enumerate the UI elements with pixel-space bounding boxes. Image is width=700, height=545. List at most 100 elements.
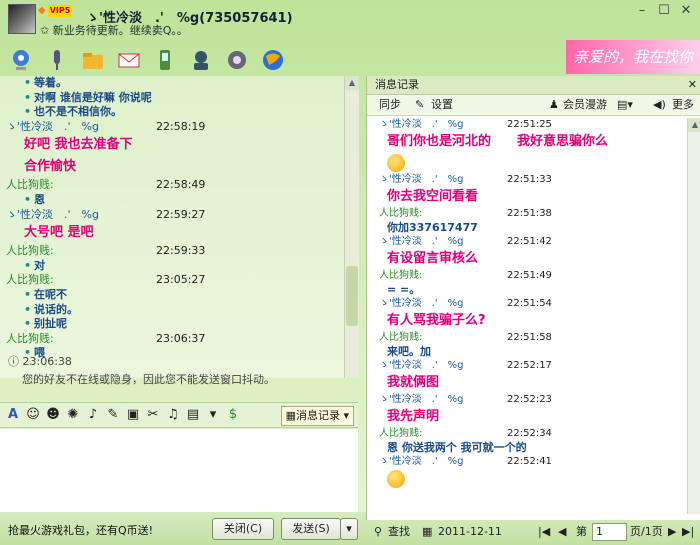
emoticon-icon bbox=[387, 469, 405, 488]
history-message-header: 人比狗贱: 22:51:49 bbox=[367, 269, 687, 282]
chat-messages: 等着。对啊 谁信是好嘛 你说呢也不是不相信你。ゝ'性冷淡 .' %g 22:58:… bbox=[6, 76, 346, 361]
font-icon[interactable]: A bbox=[4, 406, 22, 424]
message-time: 22:59:27 bbox=[156, 207, 206, 221]
last-page-button[interactable]: ▶| bbox=[682, 520, 694, 544]
promo-banner[interactable]: 亲爱的，我在找你 bbox=[566, 40, 700, 74]
message-history-button[interactable]: ▦消息记录 ▾ bbox=[280, 406, 354, 426]
sync-button[interactable]: 同步 bbox=[379, 95, 401, 115]
history-message-text: 有设留言审核么 bbox=[387, 251, 479, 266]
history-message-time: 22:51:38 bbox=[507, 208, 552, 219]
member-roaming-button[interactable]: 会员漫游 bbox=[563, 95, 607, 115]
sms-button[interactable] bbox=[150, 45, 180, 75]
chat-message-text: 也不是不相信你。 bbox=[6, 105, 346, 120]
payment-icon[interactable]: $ bbox=[224, 406, 242, 424]
status-line: ✩ 新业务待更新。继续卖Q。。 bbox=[40, 24, 188, 37]
history-close-button[interactable]: ✕ bbox=[688, 76, 697, 94]
next-page-button[interactable]: ▶ bbox=[668, 520, 676, 544]
picture-icon[interactable]: ▣ bbox=[124, 406, 142, 424]
scroll-up-icon[interactable]: ▲ bbox=[345, 76, 359, 90]
message-time: 22:59:33 bbox=[156, 244, 206, 258]
history-message-time: 22:52:23 bbox=[507, 394, 552, 405]
chat-scrollbar[interactable]: ▲ bbox=[344, 76, 359, 378]
history-message-header: 人比狗贱: 22:51:58 bbox=[367, 331, 687, 344]
settings-button[interactable] bbox=[222, 45, 252, 75]
history-message-time: 22:52:34 bbox=[507, 428, 552, 439]
close-window-button[interactable]: ✕ bbox=[676, 3, 696, 19]
system-notice-text: 您的好友不在线或隐身，因此您不能发送窗口抖动。 bbox=[22, 373, 275, 386]
history-message-text: 哥们你也是河北的 我好意思骗你么 bbox=[387, 134, 609, 149]
calendar-icon[interactable]: ▦ bbox=[422, 520, 432, 544]
history-toolbar: 同步 ✎ 设置 ♟ 会员漫游 ▤▾ ◀) 更多 bbox=[367, 95, 700, 116]
maximize-button[interactable]: ☐ bbox=[654, 3, 674, 19]
message-input[interactable] bbox=[0, 429, 358, 512]
history-scroll-up-icon[interactable]: ▲ bbox=[688, 118, 700, 132]
ad-link[interactable]: 抢最火游戏礼包，还有Q币送! bbox=[8, 522, 153, 538]
search-button[interactable]: 查找 bbox=[388, 520, 410, 544]
message-text: 好吧 我也去准备下 bbox=[24, 137, 133, 153]
apps-button[interactable] bbox=[258, 45, 288, 75]
minimize-button[interactable]: – bbox=[632, 3, 652, 19]
webcam-icon bbox=[13, 50, 29, 70]
send-button[interactable]: 发送(S) bbox=[281, 518, 341, 540]
history-emoji bbox=[367, 152, 687, 173]
history-message-time: 22:52:41 bbox=[507, 456, 552, 467]
doodle-icon[interactable]: ✎ bbox=[104, 406, 122, 424]
first-page-button[interactable]: |◀ bbox=[538, 520, 550, 544]
more-button[interactable]: 更多 bbox=[672, 95, 694, 115]
history-sender-name: ゝ'性冷淡 .' %g bbox=[379, 360, 464, 371]
video-call-button[interactable] bbox=[6, 45, 36, 75]
voice-call-button[interactable] bbox=[42, 45, 72, 75]
chat-message-header: 人比狗贱: 22:59:33 bbox=[6, 244, 346, 259]
history-message-text: 我就俩图 bbox=[387, 375, 440, 390]
history-message-header: ゝ'性冷淡 .' %g 22:52:17 bbox=[367, 359, 687, 372]
agent-icon bbox=[194, 51, 208, 70]
history-menu-icon[interactable]: ▤▾ bbox=[617, 95, 633, 115]
chat-message-text: 对 bbox=[6, 259, 346, 274]
avatar[interactable] bbox=[8, 4, 36, 34]
microphone-icon bbox=[54, 50, 60, 70]
history-message-header: 人比狗贱: 22:51:38 bbox=[367, 207, 687, 220]
mail-button[interactable] bbox=[114, 45, 144, 75]
scroll-thumb[interactable] bbox=[346, 266, 358, 326]
history-settings-button[interactable]: 设置 bbox=[431, 95, 453, 115]
emoticon-icon[interactable]: ☺ bbox=[24, 406, 42, 424]
message-time: 23:06:37 bbox=[156, 331, 206, 345]
message-text: 说话的。 bbox=[34, 302, 79, 316]
send-options-button[interactable]: ▾ bbox=[340, 518, 358, 540]
close-button[interactable]: 关闭(C) bbox=[212, 518, 274, 540]
page-number-input[interactable]: 1 bbox=[592, 523, 627, 541]
penguin-icon: ◆ bbox=[38, 5, 46, 16]
message-time: 22:58:49 bbox=[156, 178, 206, 192]
history-scrollbar[interactable]: ▲ bbox=[687, 118, 700, 514]
remote-assist-button[interactable] bbox=[186, 45, 216, 75]
chat-message-header: 人比狗贱: 23:06:37 bbox=[6, 332, 346, 347]
format-toolbar: A ☺ ☻ ✺ ♪ ✎ ▣ ✂ ♫ ▤ ▾ $ ▦消息记录 ▾ bbox=[0, 402, 358, 428]
main-toolbar bbox=[6, 45, 288, 75]
history-sender-name: 人比狗贱: bbox=[379, 270, 423, 281]
sender-name: ゝ'性冷淡 .' %g bbox=[6, 207, 99, 221]
history-messages[interactable]: ゝ'性冷淡 .' %g 22:51:25 哥们你也是河北的 我好意思骗你么 ゝ'性冷淡… bbox=[367, 118, 687, 516]
history-message-text: 来吧。加 bbox=[387, 345, 431, 358]
magic-emoticon-icon[interactable]: ☻ bbox=[44, 406, 62, 424]
sender-name: 人比狗贱: bbox=[6, 244, 54, 258]
qq-chat-window: ◆ VIP5 ゝ'性冷淡 .' %g(735057641) ✩ 新业务待更新。继续… bbox=[0, 0, 700, 545]
history-sender-name: ゝ'性冷淡 .' %g bbox=[379, 456, 464, 467]
music-icon[interactable]: ♫ bbox=[164, 406, 182, 424]
history-message-text: = =。 bbox=[387, 283, 421, 296]
history-message-text: 你去我空间看看 bbox=[387, 189, 479, 204]
chat-message-text: 等着。 bbox=[6, 76, 346, 91]
history-message-header: ゝ'性冷淡 .' %g 22:52:41 bbox=[367, 455, 687, 468]
history-date[interactable]: 2011-12-11 bbox=[438, 520, 502, 544]
screenshot-icon[interactable]: ✂ bbox=[144, 406, 162, 424]
voice-message-icon[interactable]: ♪ bbox=[84, 406, 102, 424]
shake-icon[interactable]: ✺ bbox=[64, 406, 82, 424]
chat-message-header: ゝ'性冷淡 .' %g 22:58:19 bbox=[6, 120, 346, 135]
history-title: 消息记录 bbox=[375, 78, 419, 91]
prev-page-button[interactable]: ◀ bbox=[558, 520, 566, 544]
message-text: 在呢不 bbox=[34, 287, 68, 301]
screen-share-icon[interactable]: ▤ bbox=[184, 406, 202, 424]
chat-history-pane[interactable]: 等着。对啊 谁信是好嘛 你说呢也不是不相信你。ゝ'性冷淡 .' %g 22:58:… bbox=[0, 76, 358, 378]
send-file-button[interactable] bbox=[78, 45, 108, 75]
chat-message-text: 在呢不 bbox=[6, 288, 346, 303]
more-tools-icon[interactable]: ▾ bbox=[204, 406, 222, 424]
